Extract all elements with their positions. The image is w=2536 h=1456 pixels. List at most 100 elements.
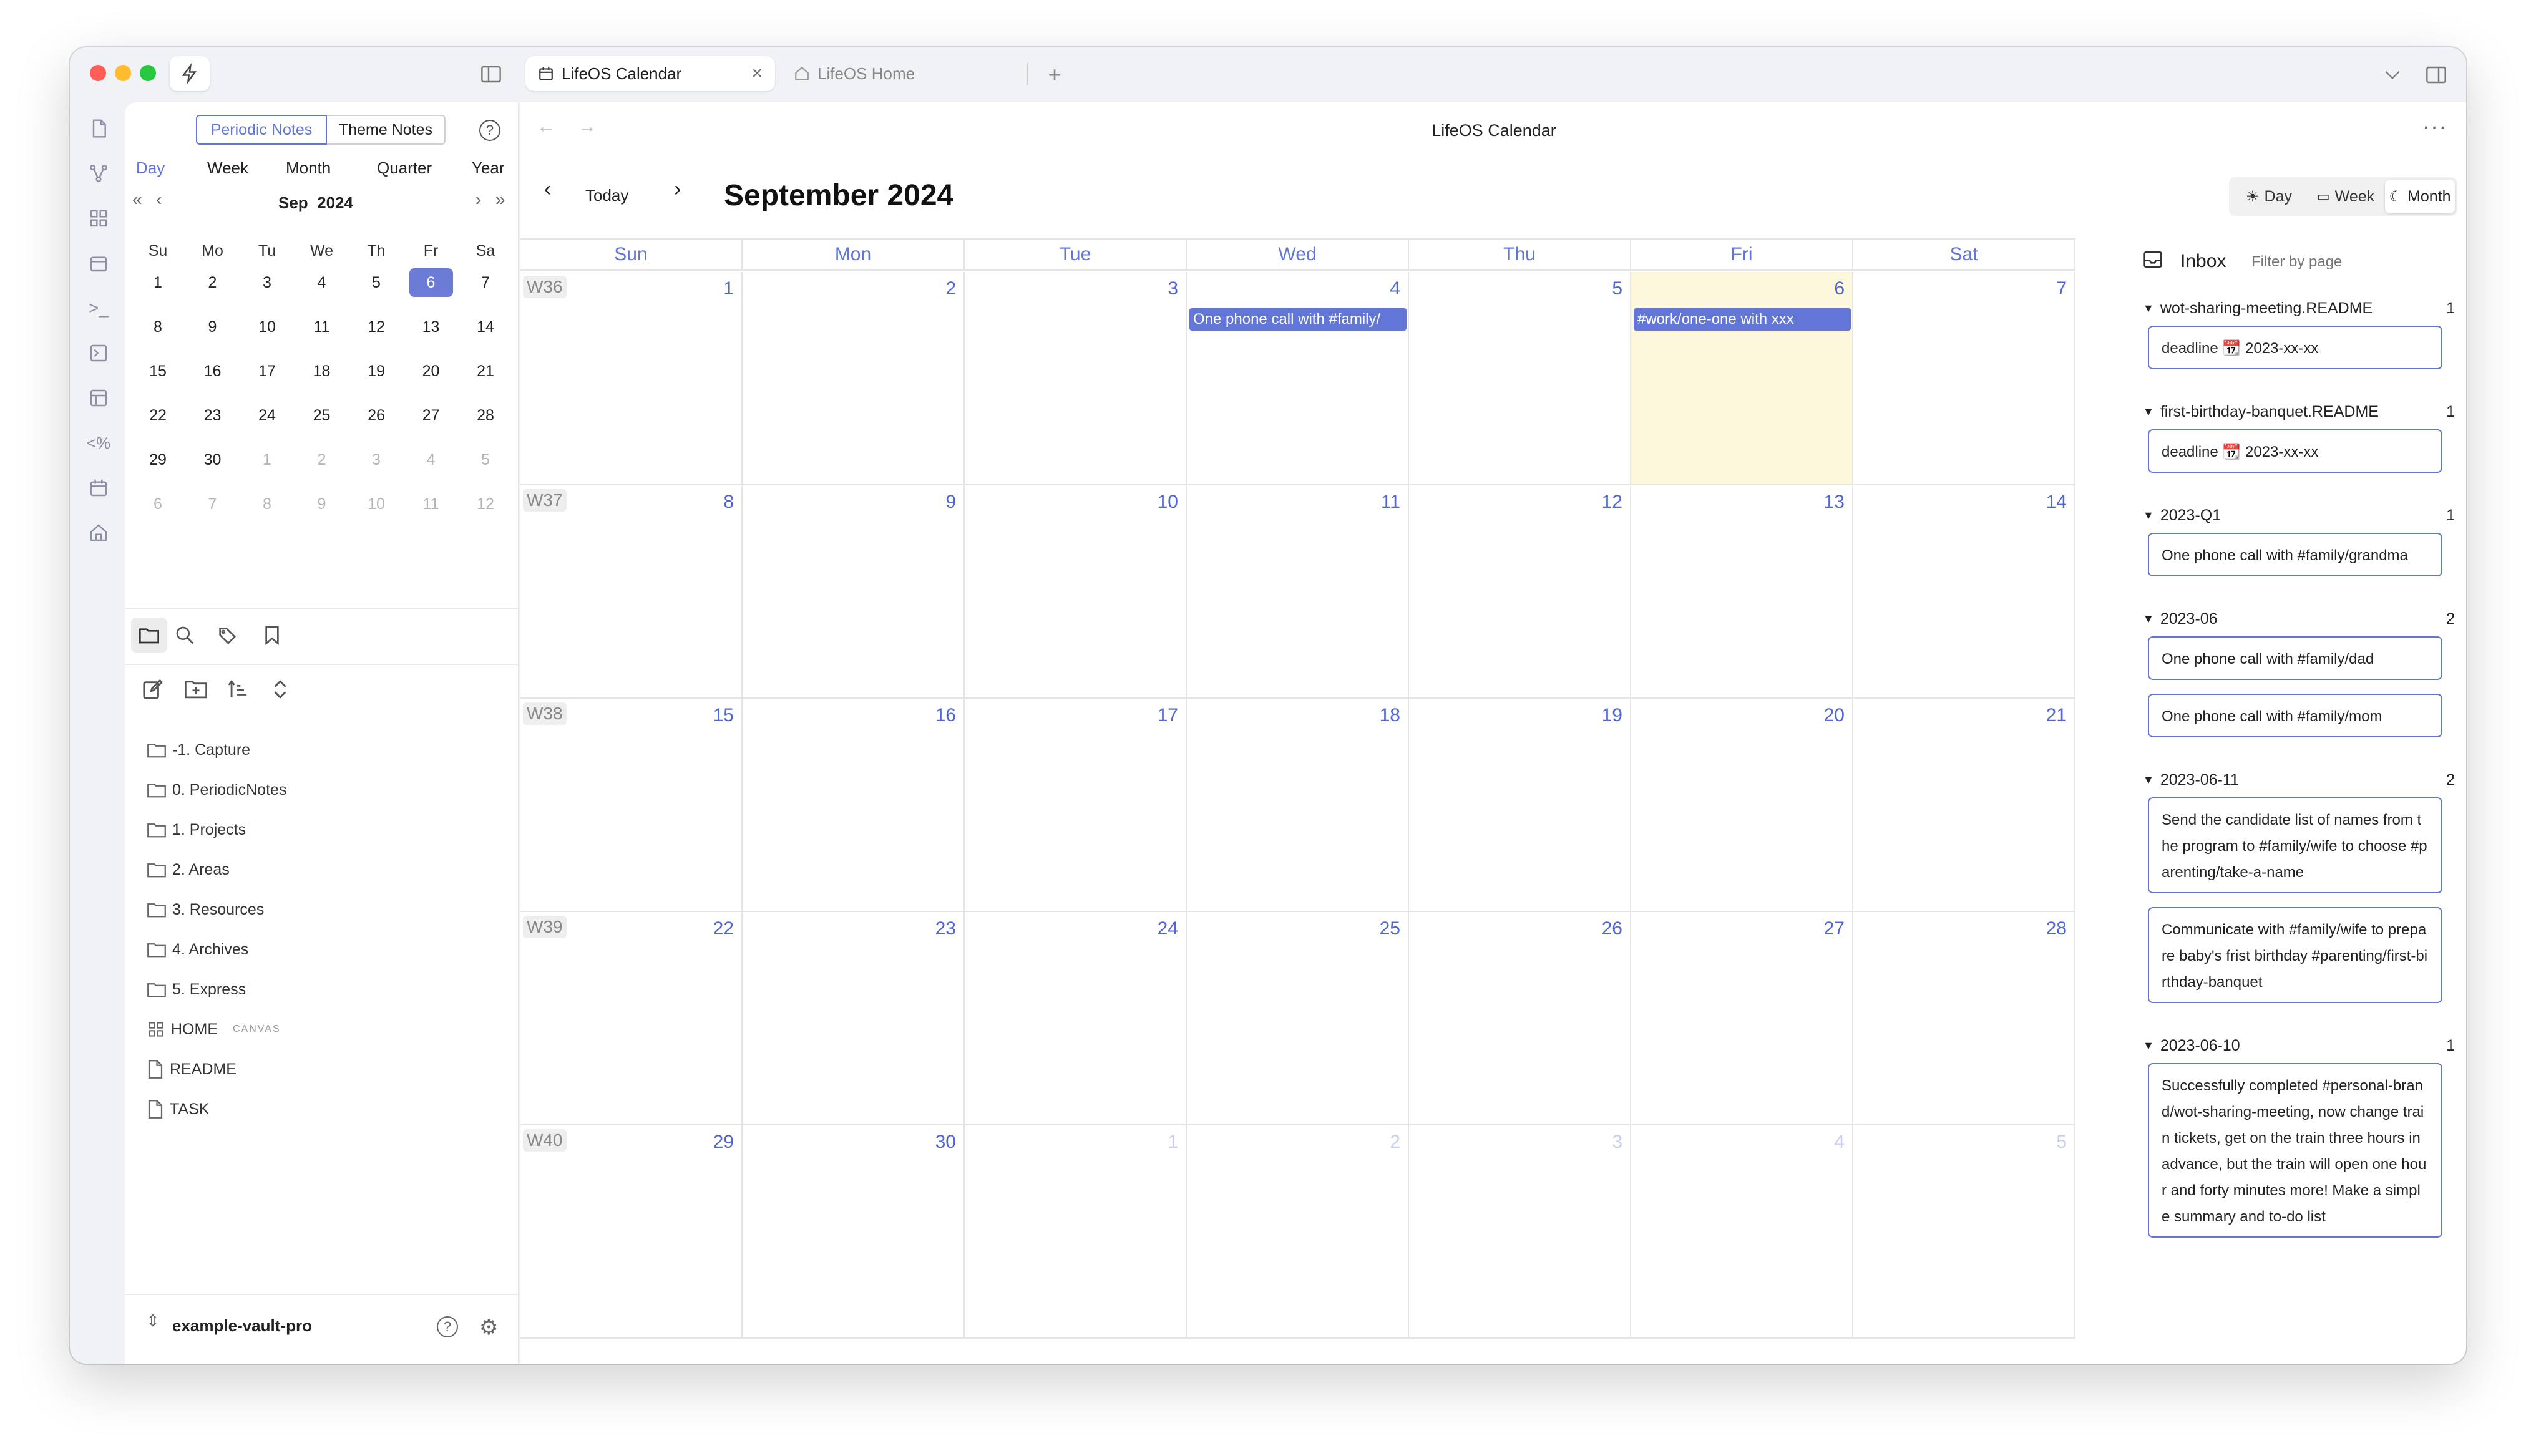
- period-tab-month[interactable]: Month: [286, 158, 331, 178]
- previous-month-button[interactable]: ‹: [156, 190, 162, 210]
- week-number-label[interactable]: W36: [523, 276, 567, 298]
- file-tree-item[interactable]: 5. Express: [147, 976, 246, 1003]
- mini-calendar-day[interactable]: 11: [300, 313, 344, 341]
- calendar-day-cell[interactable]: 13: [1631, 485, 1853, 699]
- previous-month-button[interactable]: ‹: [544, 177, 551, 201]
- calendar-day-cell[interactable]: 18: [1187, 699, 1409, 912]
- file-tree-item[interactable]: 2. Areas: [147, 856, 230, 883]
- mini-calendar-day[interactable]: 8: [136, 313, 180, 341]
- toggle-right-sidebar-button[interactable]: [2422, 61, 2450, 89]
- calendar-day-cell[interactable]: 8 W37: [520, 485, 743, 699]
- mini-calendar-day[interactable]: 16: [191, 357, 235, 386]
- calendar-day-cell[interactable]: 23: [743, 912, 965, 1125]
- maximize-window-button[interactable]: [140, 65, 156, 81]
- open-quick-note-icon[interactable]: [86, 116, 111, 141]
- collapse-all-button[interactable]: [271, 679, 290, 703]
- calendar-event[interactable]: #work/one-one with xxx: [1634, 308, 1851, 331]
- mini-calendar-day[interactable]: 7: [191, 490, 235, 518]
- calendar-day-cell[interactable]: 12: [1409, 485, 1631, 699]
- mini-calendar-day[interactable]: 29: [136, 445, 180, 474]
- calendar-day-cell[interactable]: 29 W40: [520, 1125, 743, 1339]
- settings-gear-icon[interactable]: ⚙: [479, 1315, 498, 1340]
- tab-lifeos-home[interactable]: LifeOS Home: [781, 56, 1031, 91]
- mini-calendar-day[interactable]: 5: [354, 268, 398, 297]
- calendar-day-cell[interactable]: 6: [1631, 272, 1853, 485]
- period-tab-day[interactable]: Day: [136, 158, 165, 178]
- new-folder-button[interactable]: [185, 679, 207, 702]
- calendar-day-cell[interactable]: 28: [1853, 912, 2075, 1125]
- calendar-day-cell[interactable]: 5: [1409, 272, 1631, 485]
- inbox-group-header[interactable]: ▼ wot-sharing-meeting.README 1: [2143, 296, 2455, 321]
- mini-calendar-day[interactable]: 2: [300, 445, 344, 474]
- mini-calendar-day[interactable]: 9: [300, 490, 344, 518]
- mini-calendar-day[interactable]: 4: [300, 268, 344, 297]
- file-tree-item[interactable]: 0. PeriodicNotes: [147, 776, 286, 803]
- search-view-button[interactable]: [175, 625, 195, 648]
- week-view-button[interactable]: ▭ Week: [2308, 182, 2384, 211]
- next-month-button[interactable]: ›: [476, 190, 481, 210]
- mini-calendar-day[interactable]: 3: [245, 268, 289, 297]
- mini-calendar-day[interactable]: 19: [354, 357, 398, 386]
- mini-calendar-day[interactable]: 12: [354, 313, 398, 341]
- mini-calendar-day[interactable]: 15: [136, 357, 180, 386]
- mini-calendar-day[interactable]: 10: [354, 490, 398, 518]
- period-tab-week[interactable]: Week: [207, 158, 248, 178]
- period-tab-year[interactable]: Year: [472, 158, 505, 178]
- file-tree-item[interactable]: README: [147, 1056, 237, 1083]
- mini-calendar-day[interactable]: 28: [464, 401, 507, 430]
- tab-lifeos-calendar[interactable]: LifeOS Calendar ×: [525, 56, 775, 91]
- graph-view-icon[interactable]: [86, 161, 111, 186]
- mini-calendar-day[interactable]: 4: [409, 445, 453, 474]
- toggle-left-sidebar-button[interactable]: [478, 61, 504, 87]
- calendar-day-cell[interactable]: 3: [965, 272, 1187, 485]
- home-icon[interactable]: [86, 520, 111, 545]
- mini-calendar-day[interactable]: 25: [300, 401, 344, 430]
- periodic-notes-toggle[interactable]: Periodic Notes: [196, 115, 327, 145]
- calendar-day-cell[interactable]: 21: [1853, 699, 2075, 912]
- file-tree-item[interactable]: 1. Projects: [147, 816, 246, 843]
- calendar-day-cell[interactable]: 26: [1409, 912, 1631, 1125]
- calendar-day-cell[interactable]: 2: [1187, 1125, 1409, 1339]
- inbox-group-header[interactable]: ▼ 2023-06-10 1: [2143, 1033, 2455, 1058]
- mini-calendar-day[interactable]: 13: [409, 313, 453, 341]
- calendar-day-cell[interactable]: 5: [1853, 1125, 2075, 1339]
- inbox-task-card[interactable]: One phone call with #family/mom: [2148, 694, 2442, 737]
- mini-calendar-day[interactable]: 6: [409, 268, 453, 297]
- mini-calendar-day[interactable]: 2: [191, 268, 235, 297]
- inbox-task-card[interactable]: Communicate with #family/wife to prepare…: [2148, 907, 2442, 1003]
- help-icon[interactable]: ?: [479, 120, 500, 141]
- week-number-label[interactable]: W38: [523, 702, 567, 725]
- week-number-label[interactable]: W39: [523, 916, 567, 938]
- calendar-day-cell[interactable]: 10: [965, 485, 1187, 699]
- new-note-button[interactable]: [142, 679, 163, 703]
- mini-calendar-day[interactable]: 14: [464, 313, 507, 341]
- calendar-day-cell[interactable]: 1 W36: [520, 272, 743, 485]
- inbox-group-header[interactable]: ▼ 2023-06-11 2: [2143, 767, 2455, 792]
- templater-icon[interactable]: <%: [86, 430, 111, 455]
- week-number-label[interactable]: W40: [523, 1129, 567, 1152]
- inbox-task-card[interactable]: One phone call with #family/dad: [2148, 636, 2442, 680]
- calendar-day-cell[interactable]: 27: [1631, 912, 1853, 1125]
- close-window-button[interactable]: [90, 65, 106, 81]
- inbox-group-header[interactable]: ▼ 2023-Q1 1: [2143, 503, 2455, 528]
- mini-calendar-day[interactable]: 7: [464, 268, 507, 297]
- new-tab-button[interactable]: +: [1041, 61, 1068, 89]
- quick-switcher-button[interactable]: [170, 56, 210, 91]
- mini-calendar-day[interactable]: 21: [464, 357, 507, 386]
- inbox-filter-input[interactable]: [2251, 250, 2439, 274]
- calendar-day-cell[interactable]: 22 W39: [520, 912, 743, 1125]
- calendar-day-cell[interactable]: 11: [1187, 485, 1409, 699]
- tab-list-button[interactable]: [2379, 61, 2406, 89]
- mini-calendar-day[interactable]: 6: [136, 490, 180, 518]
- mini-calendar-day[interactable]: 9: [191, 313, 235, 341]
- inbox-task-card[interactable]: deadline 📆 2023-xx-xx: [2148, 429, 2442, 473]
- today-button[interactable]: Today: [585, 186, 628, 205]
- minimize-window-button[interactable]: [115, 65, 131, 81]
- calendar-day-cell[interactable]: 2: [743, 272, 965, 485]
- mini-calendar-day[interactable]: 1: [136, 268, 180, 297]
- inbox-task-card[interactable]: deadline 📆 2023-xx-xx: [2148, 326, 2442, 369]
- calendar-icon[interactable]: [86, 475, 111, 500]
- day-view-button[interactable]: ☀ Day: [2234, 182, 2304, 211]
- bookmarks-view-button[interactable]: [263, 625, 281, 648]
- period-tab-quarter[interactable]: Quarter: [377, 158, 432, 178]
